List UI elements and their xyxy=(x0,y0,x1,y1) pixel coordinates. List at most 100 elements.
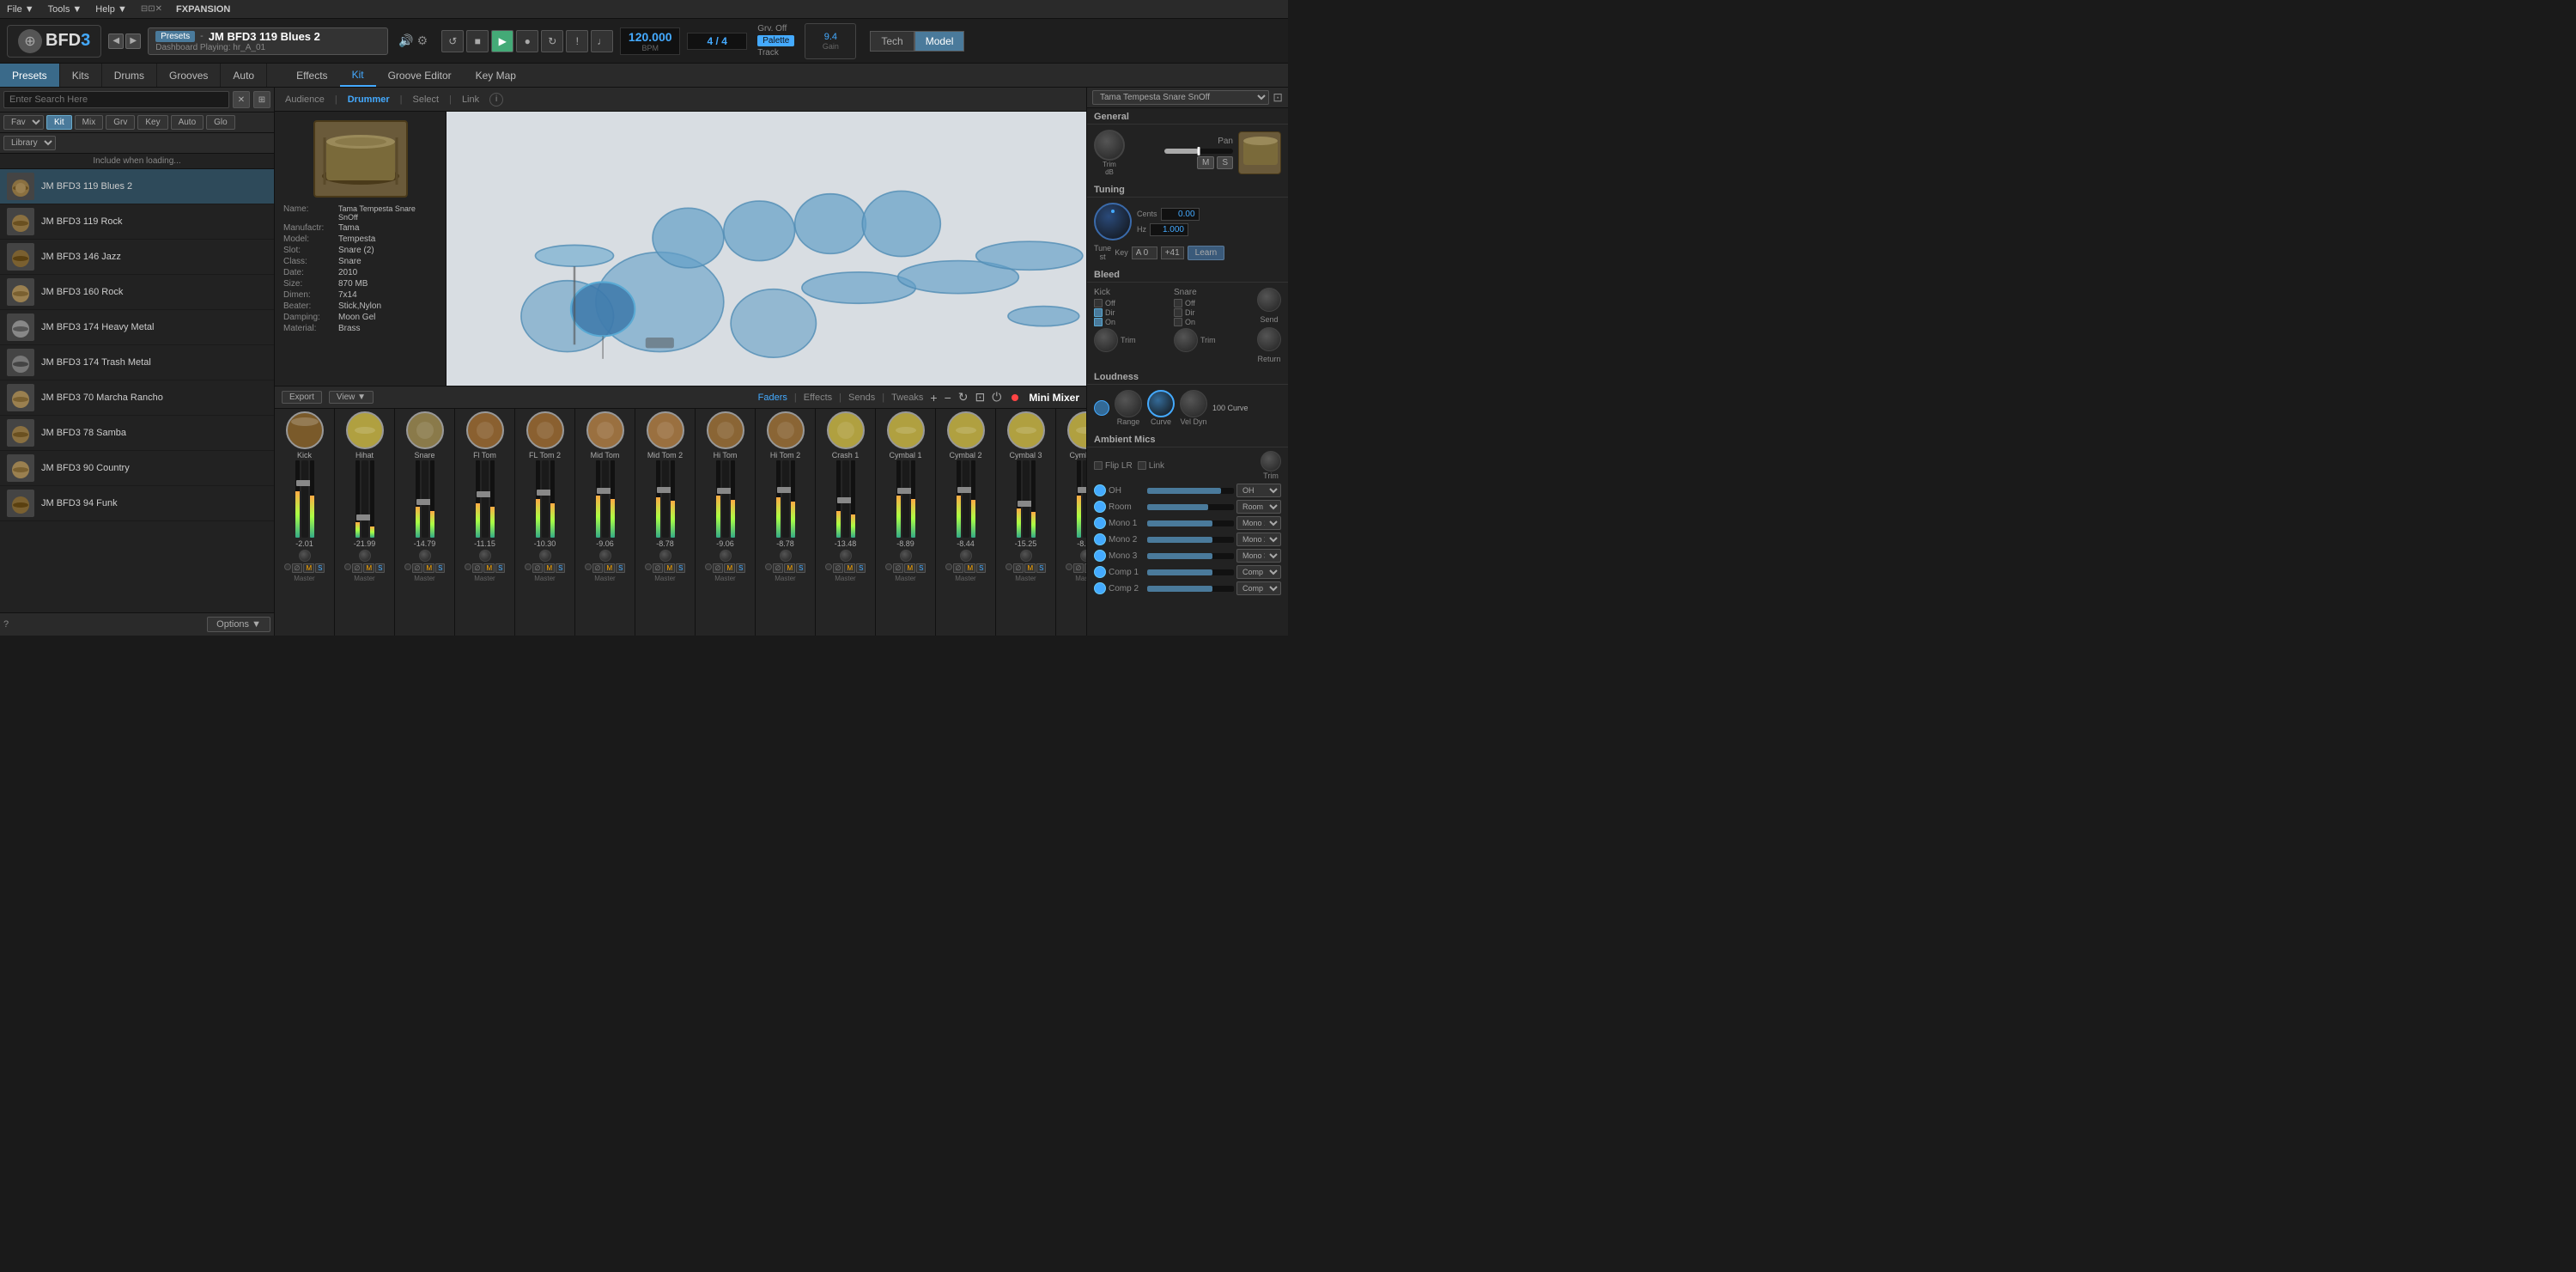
channel-fader-track[interactable] xyxy=(422,460,428,538)
palette-btn[interactable]: Palette xyxy=(757,35,794,46)
trim-knob[interactable] xyxy=(1094,130,1125,161)
phase-btn[interactable]: ∅ xyxy=(292,563,303,573)
phase-btn[interactable]: ∅ xyxy=(412,563,423,573)
ambient-ch-select[interactable]: Comp 2 xyxy=(1236,581,1281,595)
filter-kit[interactable]: Kit xyxy=(46,115,72,130)
channel-send-knob[interactable] xyxy=(479,550,491,562)
menu-help[interactable]: Help ▼ xyxy=(95,4,127,15)
phase-btn[interactable]: ∅ xyxy=(472,563,483,573)
snare-dir-check[interactable] xyxy=(1174,308,1182,317)
power-btn[interactable]: ⏻ xyxy=(992,390,1001,405)
nav-grooves[interactable]: Grooves xyxy=(157,64,221,87)
solo-btn[interactable]: S xyxy=(315,563,325,573)
list-item[interactable]: JM BFD3 146 Jazz xyxy=(0,240,274,275)
list-item[interactable]: JM BFD3 119 Blues 2 xyxy=(0,169,274,204)
preset-prev-btn[interactable]: ◀ xyxy=(108,33,124,49)
ambient-on-btn[interactable] xyxy=(1094,582,1106,594)
tune-knob[interactable] xyxy=(1094,203,1132,240)
mute-btn[interactable]: M xyxy=(363,563,374,573)
vel-dyn-knob[interactable] xyxy=(1180,390,1207,417)
search-clear-btn[interactable]: ✕ xyxy=(233,91,250,108)
filter-mix[interactable]: Mix xyxy=(75,115,104,130)
model-btn[interactable]: Model xyxy=(914,31,965,52)
channel-send-knob[interactable] xyxy=(900,550,912,562)
phase-btn[interactable]: ∅ xyxy=(713,563,724,573)
channel-fader-track[interactable] xyxy=(301,460,308,538)
view-btn[interactable]: View ▼ xyxy=(329,391,374,404)
channel-fader-track[interactable] xyxy=(842,460,849,538)
tab-groove-editor[interactable]: Groove Editor xyxy=(376,64,464,87)
transport-stop[interactable]: ■ xyxy=(466,30,489,52)
snare-trim-knob[interactable] xyxy=(1174,328,1198,352)
tab-select[interactable]: Select xyxy=(413,94,440,105)
channel-fader-track[interactable] xyxy=(782,460,789,538)
channel-send-knob[interactable] xyxy=(780,550,792,562)
solo-btn[interactable]: S xyxy=(435,563,445,573)
phase-btn[interactable]: ∅ xyxy=(893,563,904,573)
list-item[interactable]: JM BFD3 78 Samba xyxy=(0,416,274,451)
phase-btn[interactable]: ∅ xyxy=(592,563,604,573)
solo-btn[interactable]: S xyxy=(676,563,685,573)
solo-btn[interactable]: S xyxy=(495,563,505,573)
filter-auto[interactable]: Auto xyxy=(171,115,204,130)
kick-dir-check[interactable] xyxy=(1094,308,1103,317)
channel-send-knob[interactable] xyxy=(419,550,431,562)
cents-input[interactable] xyxy=(1161,208,1200,221)
ambient-bar-container[interactable] xyxy=(1147,553,1234,559)
channel-fader-track[interactable] xyxy=(542,460,549,538)
mute-btn[interactable]: M xyxy=(1197,156,1214,169)
filter-key[interactable]: Key xyxy=(137,115,167,130)
transport-record[interactable]: ● xyxy=(516,30,538,52)
search-input[interactable] xyxy=(3,91,229,108)
tab-effects[interactable]: Effects xyxy=(804,393,832,403)
phase-btn[interactable]: ∅ xyxy=(352,563,363,573)
solo-btn[interactable]: S xyxy=(736,563,745,573)
channel-fader-track[interactable] xyxy=(902,460,909,538)
transport-tap[interactable]: ! xyxy=(566,30,588,52)
library-select[interactable]: Library xyxy=(3,136,56,150)
solo-btn[interactable]: S xyxy=(1217,156,1233,169)
transport-loop[interactable]: ↻ xyxy=(541,30,563,52)
ambient-on-btn[interactable] xyxy=(1094,484,1106,496)
phase-btn[interactable]: ∅ xyxy=(773,563,784,573)
ambient-ch-select[interactable]: Room xyxy=(1236,500,1281,514)
solo-btn[interactable]: S xyxy=(556,563,565,573)
tab-faders[interactable]: Faders xyxy=(758,393,787,403)
fav-select[interactable]: Fav xyxy=(3,115,44,130)
mute-btn[interactable]: M xyxy=(303,563,314,573)
menu-tools[interactable]: Tools ▼ xyxy=(48,4,82,15)
mute-btn[interactable]: M xyxy=(904,563,915,573)
return-knob[interactable] xyxy=(1257,327,1281,351)
mute-btn[interactable]: M xyxy=(964,563,975,573)
tech-btn[interactable]: Tech xyxy=(870,31,914,52)
mute-btn[interactable]: M xyxy=(604,563,615,573)
tab-link[interactable]: Link xyxy=(462,94,479,105)
tab-audience[interactable]: Audience xyxy=(285,94,325,105)
solo-btn[interactable]: S xyxy=(976,563,986,573)
channel-fader-track[interactable] xyxy=(361,460,368,538)
list-item[interactable]: JM BFD3 174 Trash Metal xyxy=(0,345,274,380)
ambient-bar-container[interactable] xyxy=(1147,569,1234,575)
loudness-power-btn[interactable] xyxy=(1094,400,1109,416)
ambient-ch-select[interactable]: Comp 1 xyxy=(1236,565,1281,579)
ambient-ch-select[interactable]: Mono 3 xyxy=(1236,549,1281,563)
channel-fader-track[interactable] xyxy=(662,460,669,538)
phase-btn[interactable]: ∅ xyxy=(833,563,844,573)
solo-btn[interactable]: S xyxy=(916,563,926,573)
nav-kits[interactable]: Kits xyxy=(60,64,102,87)
tab-tweaks[interactable]: Tweaks xyxy=(891,393,923,403)
export-btn[interactable]: Export xyxy=(282,391,322,404)
mute-btn[interactable]: M xyxy=(664,563,675,573)
phase-btn[interactable]: ∅ xyxy=(953,563,964,573)
phase-btn[interactable]: ∅ xyxy=(1013,563,1024,573)
ambient-on-btn[interactable] xyxy=(1094,501,1106,513)
mute-btn[interactable]: M xyxy=(724,563,735,573)
ambient-on-btn[interactable] xyxy=(1094,533,1106,545)
nav-drums[interactable]: Drums xyxy=(102,64,157,87)
channel-send-knob[interactable] xyxy=(720,550,732,562)
mute-btn[interactable]: M xyxy=(423,563,434,573)
flip-lr-checkbox[interactable] xyxy=(1094,461,1103,470)
mute-btn[interactable]: M xyxy=(844,563,855,573)
channel-send-knob[interactable] xyxy=(299,550,311,562)
curve-knob[interactable] xyxy=(1147,390,1175,417)
